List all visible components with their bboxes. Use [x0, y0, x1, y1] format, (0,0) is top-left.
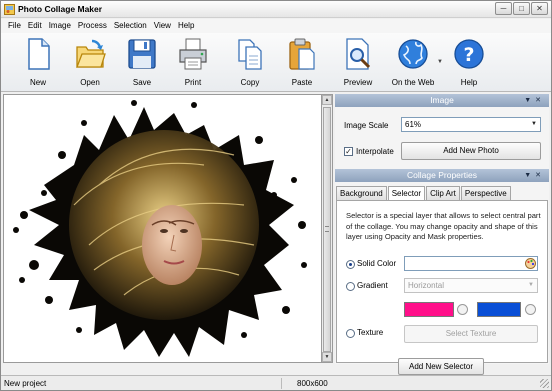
canvas-vertical-scrollbar[interactable]: ▲ ▼ — [321, 94, 333, 363]
tab-selector[interactable]: Selector — [387, 186, 426, 201]
floppy-disk-icon — [128, 39, 156, 69]
texture-label: Texture — [357, 328, 384, 337]
maximize-button[interactable]: □ — [513, 2, 530, 15]
status-project: New project — [4, 379, 47, 388]
collage-properties-header: Collage Properties ▼✕ — [335, 169, 549, 182]
collage-properties-title: Collage Properties — [407, 170, 477, 180]
gradient-start-picker-icon[interactable] — [457, 304, 468, 315]
collage-image — [13, 100, 307, 357]
menu-bar: File Edit Image Process Selection View H… — [1, 19, 551, 33]
help-label: Help — [460, 78, 478, 87]
palette-icon[interactable] — [525, 258, 536, 269]
copy-button[interactable]: Copy — [225, 37, 275, 89]
new-label: New — [29, 78, 46, 87]
new-button[interactable]: New — [13, 37, 63, 89]
panel-controls-icon[interactable]: ▼✕ — [524, 94, 545, 107]
on-the-web-label: On the Web — [391, 78, 435, 87]
printer-icon — [179, 38, 207, 70]
menu-help[interactable]: Help — [175, 19, 198, 33]
preview-label: Preview — [343, 78, 373, 87]
scroll-up-icon[interactable]: ▲ — [322, 95, 332, 105]
image-panel-title: Image — [430, 95, 454, 105]
paste-label: Paste — [291, 78, 313, 87]
help-button[interactable]: ? Help — [444, 37, 494, 89]
select-texture-button[interactable]: Select Texture — [404, 325, 538, 343]
collage-canvas[interactable] — [3, 94, 333, 363]
selector-description: Selector is a special layer that allows … — [346, 211, 541, 241]
image-scale-label: Image Scale — [344, 121, 389, 130]
open-button[interactable]: Open — [65, 37, 115, 89]
interpolate-checkbox[interactable]: ✓ — [344, 147, 353, 156]
paste-button[interactable]: Paste — [277, 37, 327, 89]
image-scale-select[interactable]: 61% ▼ — [401, 117, 541, 132]
print-label: Print — [184, 78, 202, 87]
interpolate-label: Interpolate — [356, 147, 394, 156]
window-title: Photo Collage Maker — [18, 4, 103, 14]
gradient-label: Gradient — [357, 281, 388, 290]
help-question-icon: ? — [454, 39, 484, 69]
properties-panel: Image ▼✕ Image Scale 61% ▼ ✓ Interpolate… — [335, 94, 549, 375]
close-button[interactable]: ✕ — [531, 2, 548, 15]
scroll-down-icon[interactable]: ▼ — [322, 352, 332, 362]
gradient-start-color-swatch[interactable] — [404, 302, 454, 317]
tab-background[interactable]: Background — [336, 186, 387, 200]
resize-grip-icon[interactable] — [540, 379, 549, 388]
tab-perspective[interactable]: Perspective — [460, 186, 511, 200]
app-window: Photo Collage Maker ─ □ ✕ File Edit Imag… — [0, 0, 552, 391]
on-the-web-dropdown-icon[interactable]: ▼ — [437, 59, 443, 65]
menu-view[interactable]: View — [151, 19, 175, 33]
menu-file[interactable]: File — [5, 19, 25, 33]
preview-button[interactable]: Preview — [333, 37, 383, 89]
solid-color-field[interactable] — [404, 256, 538, 271]
chevron-down-icon: ▼ — [531, 121, 537, 127]
globe-icon — [398, 39, 428, 69]
copy-icon — [238, 39, 262, 70]
gradient-radio[interactable] — [346, 282, 355, 291]
chevron-down-icon: ▼ — [528, 282, 534, 288]
preview-magnifier-icon — [346, 38, 371, 70]
status-bar: New project 800x600 — [1, 375, 551, 390]
texture-radio[interactable] — [346, 329, 355, 338]
selector-tab-content: Selector is a special layer that allows … — [336, 200, 548, 363]
new-document-icon — [28, 38, 50, 70]
gradient-end-picker-icon[interactable] — [525, 304, 536, 315]
scroll-thumb[interactable] — [323, 107, 331, 352]
open-folder-icon — [76, 39, 106, 68]
menu-edit[interactable]: Edit — [25, 19, 46, 33]
app-logo-icon — [4, 4, 15, 15]
image-panel-header: Image ▼✕ — [335, 94, 549, 107]
solid-color-radio[interactable] — [346, 260, 355, 269]
image-scale-value: 61% — [405, 120, 422, 129]
save-button[interactable]: Save — [117, 37, 167, 89]
print-button[interactable]: Print — [168, 37, 218, 89]
add-new-selector-button[interactable]: Add New Selector — [398, 358, 484, 375]
status-divider — [281, 378, 282, 389]
open-label: Open — [80, 78, 100, 87]
menu-image[interactable]: Image — [46, 19, 75, 33]
paste-clipboard-icon — [289, 38, 315, 70]
title-bar: Photo Collage Maker ─ □ ✕ — [1, 1, 551, 18]
gradient-value: Horizontal — [408, 281, 445, 290]
on-the-web-button[interactable]: On the Web — [388, 37, 438, 89]
status-canvas-size: 800x600 — [297, 379, 328, 388]
svg-text:?: ? — [463, 44, 474, 66]
add-new-photo-button[interactable]: Add New Photo — [401, 142, 541, 160]
minimize-button[interactable]: ─ — [495, 2, 512, 15]
gradient-end-color-swatch[interactable] — [477, 302, 521, 317]
menu-process[interactable]: Process — [75, 19, 111, 33]
collage-tabs: Background Selector Clip Art Perspective — [336, 186, 512, 201]
gradient-select[interactable]: Horizontal ▼ — [404, 278, 538, 293]
menu-selection[interactable]: Selection — [111, 19, 151, 33]
solid-color-label: Solid Color — [357, 259, 397, 268]
copy-label: Copy — [240, 78, 260, 87]
toolbar: New Open Save Print Copy Paste Preview O… — [1, 33, 551, 92]
save-label: Save — [132, 78, 152, 87]
panel-controls-icon[interactable]: ▼✕ — [524, 169, 545, 182]
tab-clip-art[interactable]: Clip Art — [426, 186, 460, 200]
